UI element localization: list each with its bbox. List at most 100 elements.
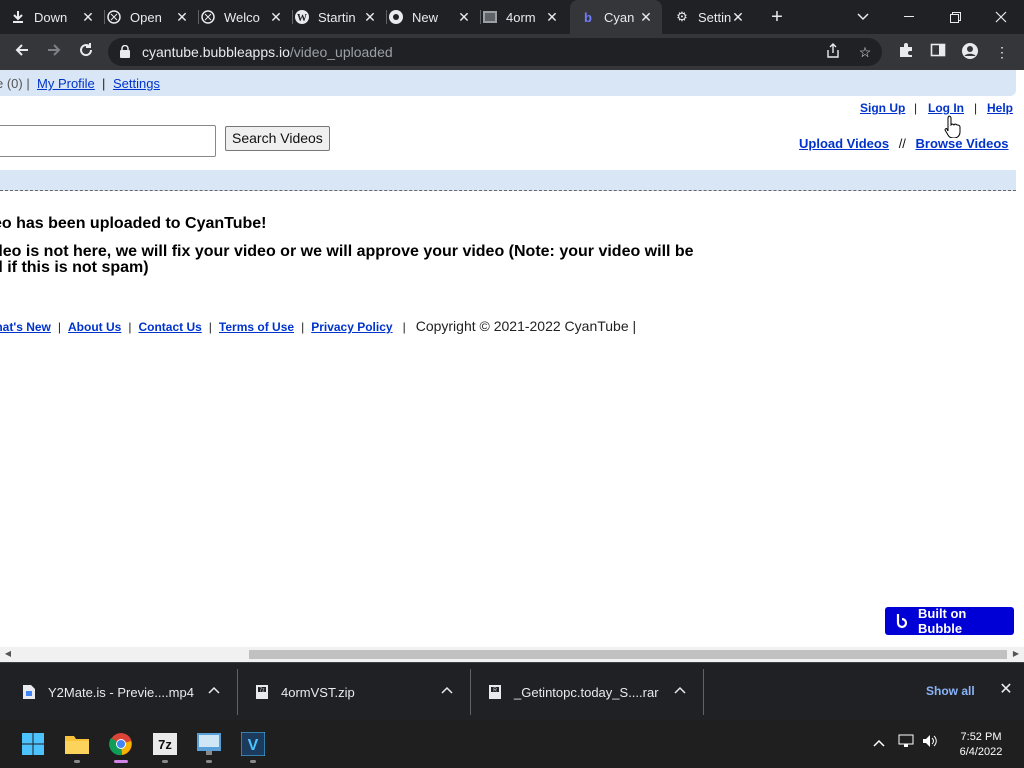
built-on-bubble-badge[interactable]: Built on Bubble — [885, 606, 1014, 636]
close-icon[interactable]: ✕ — [730, 9, 746, 25]
minimize-button[interactable] — [886, 0, 932, 34]
tab-4orm[interactable]: 4orm ✕ — [482, 0, 568, 34]
app-running-indicator — [206, 760, 212, 763]
video-file-icon — [23, 685, 35, 699]
clock-date: 6/4/2022 — [959, 746, 1003, 758]
scroll-right-icon[interactable]: ▶ — [1011, 649, 1021, 659]
close-icon[interactable]: ✕ — [544, 9, 560, 25]
tab-cyantube[interactable]: b Cyan ✕ — [570, 0, 662, 34]
chevron-up-icon[interactable] — [870, 734, 888, 750]
close-download-bar-icon[interactable]: ✕ — [999, 682, 1013, 698]
network-icon[interactable] — [897, 734, 915, 751]
scrollbar-thumb[interactable] — [249, 650, 1007, 659]
browser-toolbar: cyantube.bubbleapps.io/video_uploaded ☆ … — [0, 34, 1024, 70]
tab-label: Startin — [318, 9, 356, 25]
close-icon[interactable]: ✕ — [362, 9, 378, 25]
extensions-puzzle-icon[interactable] — [896, 42, 916, 62]
chevron-up-icon[interactable] — [440, 683, 454, 697]
bookmark-star-icon[interactable]: ☆ — [856, 43, 874, 61]
download-item[interactable]: 7z 4ormVST.zip — [255, 663, 465, 721]
sign-up-link[interactable]: Sign Up — [860, 101, 905, 115]
contact-us-link[interactable]: Contact Us — [138, 320, 201, 334]
reload-button[interactable] — [74, 40, 98, 64]
bubble-icon: b — [580, 9, 596, 25]
tab-divider — [292, 10, 293, 24]
windows-start-icon[interactable] — [19, 730, 47, 758]
close-icon[interactable]: ✕ — [174, 9, 190, 25]
search-videos-button[interactable]: Search Videos — [225, 126, 330, 151]
scroll-left-icon[interactable]: ◀ — [3, 649, 13, 659]
separator: | — [402, 320, 406, 334]
tab-new[interactable]: New ✕ — [388, 0, 480, 34]
settings-link[interactable]: Settings — [113, 76, 160, 91]
whats-new-link[interactable]: /hat's New — [0, 320, 51, 334]
auth-links: Sign Up — [860, 101, 905, 115]
restore-button[interactable] — [932, 0, 978, 34]
close-icon[interactable]: ✕ — [268, 9, 284, 25]
app-running-indicator — [250, 760, 256, 763]
footer-links: /hat's New | About Us | Contact Us | Terms of … — [0, 318, 636, 334]
chevron-down-icon — [857, 13, 869, 21]
side-panel-icon[interactable] — [928, 42, 948, 62]
upload-success-message: eo has been uploaded to CyanTube! — [0, 215, 267, 232]
download-item[interactable]: R _Getintopc.today_S....rar — [488, 663, 698, 721]
back-arrow-icon — [15, 44, 28, 56]
profile-avatar-icon[interactable] — [960, 42, 980, 62]
about-us-link[interactable]: About Us — [68, 320, 121, 334]
log-in-link[interactable]: Log In — [928, 101, 964, 115]
copyright-text: Copyright © 2021-2022 CyanTube | — [415, 318, 637, 334]
tab-search-button[interactable] — [840, 0, 886, 34]
help-link[interactable]: Help — [987, 101, 1013, 115]
upload-videos-link[interactable]: Upload Videos — [799, 136, 889, 151]
file-explorer-icon[interactable] — [63, 730, 91, 758]
browser-tab-strip: Down ✕ Open ✕ Welco ✕ W Startin ✕ New ✕ — [0, 0, 1024, 34]
address-bar[interactable]: cyantube.bubbleapps.io/video_uploaded ☆ — [108, 38, 882, 66]
download-filename: Y2Mate.is - Previe....mp4 — [48, 684, 194, 700]
7zip-icon[interactable]: 7z — [151, 730, 179, 758]
upload-note-line: deo is not here, we will fix your video … — [0, 243, 694, 260]
svg-text:V: V — [248, 737, 259, 754]
new-tab-button[interactable]: + — [766, 6, 788, 28]
tab-divider — [104, 10, 105, 24]
download-item[interactable]: Y2Mate.is - Previe....mp4 — [22, 663, 232, 721]
control-panel-icon[interactable] — [195, 730, 223, 758]
svg-text:R: R — [493, 688, 497, 694]
window-close-button[interactable] — [978, 0, 1024, 34]
tab-settings[interactable]: ⚙ Settin ✕ — [674, 0, 754, 34]
chrome-icon[interactable] — [107, 730, 135, 758]
divider-bar — [0, 170, 1016, 191]
download-divider — [237, 669, 238, 715]
svg-text:b: b — [584, 10, 592, 25]
close-icon[interactable]: ✕ — [456, 9, 472, 25]
close-icon[interactable]: ✕ — [638, 9, 654, 25]
app-running-indicator — [162, 760, 168, 763]
tab-welcome[interactable]: Welco ✕ — [200, 0, 292, 34]
log-in-link-wrap: Log In — [928, 101, 964, 115]
my-profile-link[interactable]: My Profile — [37, 76, 95, 91]
video-nav: Upload Videos // Browse Videos — [799, 136, 1009, 151]
account-bar: e (0) | My Profile | Settings — [0, 70, 1016, 96]
upload-note-line: d if this is not spam) — [0, 259, 149, 276]
forward-button[interactable] — [42, 40, 66, 64]
show-all-downloads-link[interactable]: Show all — [926, 684, 975, 698]
chrome-icon — [388, 9, 404, 25]
volume-icon[interactable] — [921, 734, 939, 751]
browse-videos-link[interactable]: Browse Videos — [916, 136, 1009, 151]
horizontal-scrollbar[interactable]: ◀ ▶ — [0, 647, 1024, 662]
chevron-up-icon[interactable] — [673, 683, 687, 697]
vst-app-icon[interactable]: V — [239, 730, 267, 758]
share-icon[interactable] — [824, 43, 842, 61]
tab-downloads[interactable]: Down ✕ — [10, 0, 104, 34]
menu-kebab-icon[interactable]: ⋮ — [992, 42, 1012, 62]
close-icon[interactable]: ✕ — [80, 9, 96, 25]
tab-openai[interactable]: Open ✕ — [106, 0, 198, 34]
chevron-up-icon[interactable] — [207, 683, 221, 697]
terms-of-use-link[interactable]: Terms of Use — [219, 320, 294, 334]
system-clock[interactable]: 7:52 PM 6/4/2022 — [952, 730, 1010, 760]
back-button[interactable] — [10, 40, 34, 64]
privacy-policy-link[interactable]: Privacy Policy — [311, 320, 392, 334]
inbox-count: e (0) | — [0, 76, 30, 91]
app-active-indicator — [114, 760, 128, 763]
search-input[interactable] — [0, 125, 216, 157]
tab-wordpress[interactable]: W Startin ✕ — [294, 0, 386, 34]
